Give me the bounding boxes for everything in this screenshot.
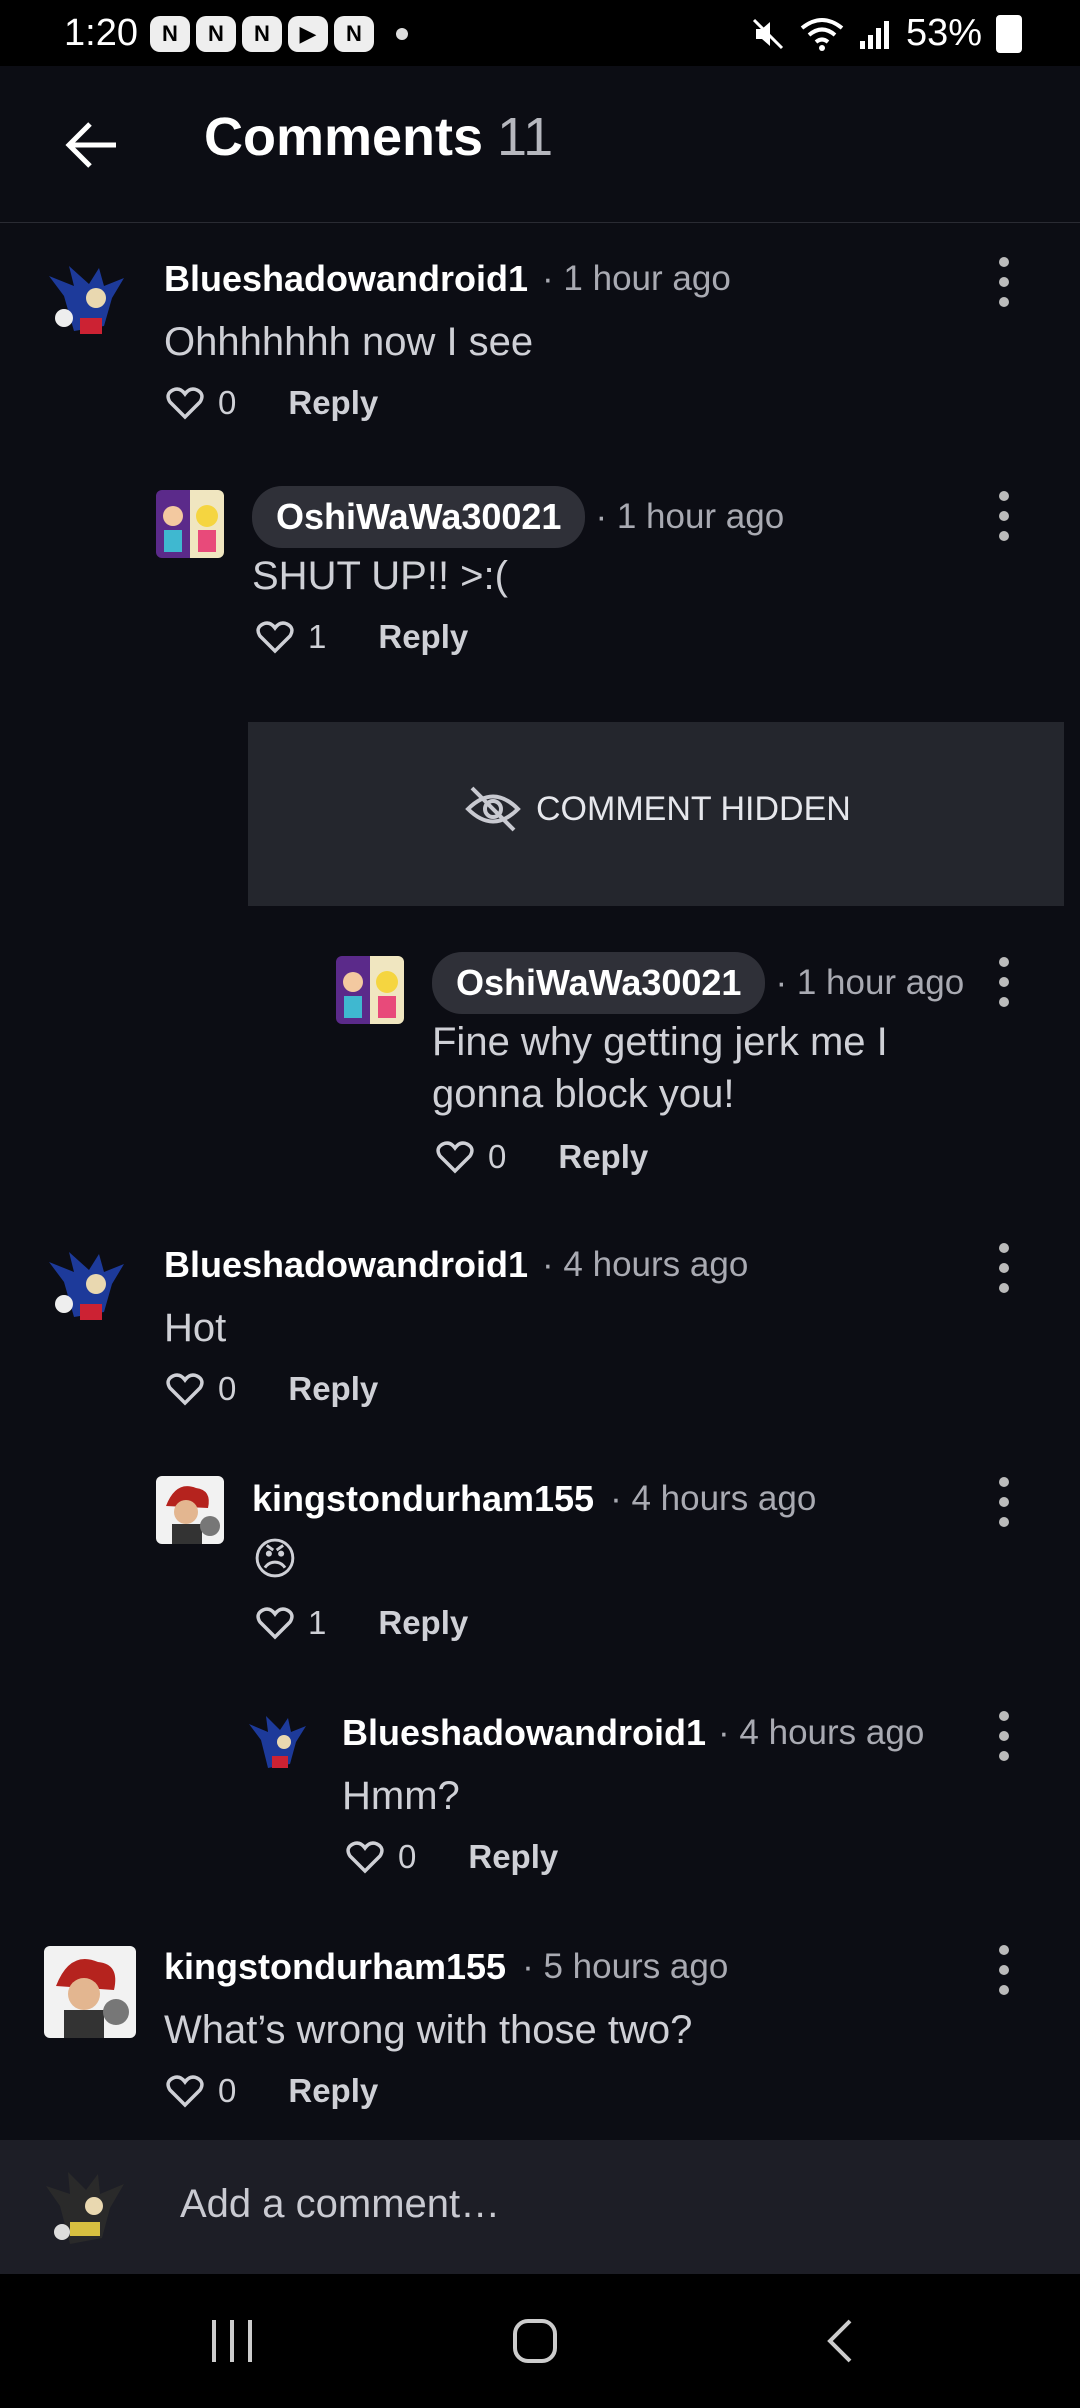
back-nav-icon[interactable] xyxy=(822,2318,856,2364)
like-count: 0 xyxy=(218,384,237,421)
more-options-icon[interactable] xyxy=(984,1238,1024,1298)
page-title: Comments 11 xyxy=(204,106,553,168)
status-time: 1:20 xyxy=(64,12,138,54)
comment-username[interactable]: Blueshadowandroid1 xyxy=(164,1244,528,1286)
reply-button[interactable]: Reply xyxy=(288,1370,378,1408)
comment-username[interactable]: kingstondurham155 xyxy=(164,1946,506,1988)
heart-icon[interactable] xyxy=(166,386,204,420)
heart-icon[interactable] xyxy=(436,1140,474,1174)
more-options-icon[interactable] xyxy=(984,252,1024,312)
comment-text: 😠 xyxy=(252,1535,298,1584)
avatar[interactable] xyxy=(44,1946,136,2038)
wifi-icon xyxy=(800,17,844,51)
recent-apps-icon[interactable] xyxy=(208,2318,256,2364)
avatar[interactable] xyxy=(156,1476,224,1544)
comment-text: SHUT UP!! >:( xyxy=(252,554,508,598)
comment-text: Ohhhhhhh now I see xyxy=(164,320,534,364)
comment-timestamp: · 5 hours ago xyxy=(522,1947,729,1986)
app-notification-icon: N xyxy=(196,16,236,52)
comment-count: 11 xyxy=(497,107,554,167)
add-comment-bar: Add a comment… xyxy=(0,2140,1080,2274)
eye-off-icon xyxy=(465,786,521,832)
reply-button[interactable]: Reply xyxy=(468,1838,558,1876)
notification-icons: N N N ▶ N xyxy=(150,16,408,52)
system-nav-bar xyxy=(0,2274,1080,2408)
more-options-icon[interactable] xyxy=(984,1472,1024,1532)
comment-timestamp: · 1 hour ago xyxy=(542,259,731,298)
comment-username[interactable]: OshiWaWa30021 xyxy=(432,952,766,1014)
battery-percent: 53% xyxy=(905,12,982,54)
comment-username[interactable]: Blueshadowandroid1 xyxy=(164,258,528,300)
like-count: 0 xyxy=(488,1138,507,1175)
app-notification-icon: N xyxy=(150,16,190,52)
reply-button[interactable]: Reply xyxy=(378,1604,468,1642)
heart-icon[interactable] xyxy=(166,1372,204,1406)
comment-timestamp: · 4 hours ago xyxy=(542,1245,749,1284)
home-icon[interactable] xyxy=(512,2318,558,2364)
avatar[interactable] xyxy=(246,1710,314,1778)
hidden-comment-label: COMMENT HIDDEN xyxy=(536,789,851,828)
status-bar: 1:20 N N N ▶ N 53% xyxy=(0,0,1080,66)
status-right: 53% xyxy=(750,12,1022,55)
current-user-avatar xyxy=(40,2162,134,2256)
hidden-comment-card[interactable]: COMMENT HIDDEN xyxy=(248,722,1064,906)
mute-icon xyxy=(752,18,783,49)
reply-button[interactable]: Reply xyxy=(288,2072,378,2110)
heart-icon[interactable] xyxy=(256,620,294,654)
signal-icon xyxy=(859,20,889,49)
avatar[interactable] xyxy=(156,490,224,558)
avatar[interactable] xyxy=(44,1242,136,1334)
avatar[interactable] xyxy=(44,256,136,348)
comment-text: Fine why getting jerk me I gonna block y… xyxy=(432,1020,888,1116)
comment-text: Hot xyxy=(164,1306,227,1350)
comment-timestamp: · 1 hour ago xyxy=(775,963,965,1002)
comment-text: What’s wrong with those two? xyxy=(164,2008,693,2052)
avatar[interactable] xyxy=(336,956,404,1024)
comment-username[interactable]: OshiWaWa30021 xyxy=(252,486,586,548)
more-options-icon[interactable] xyxy=(984,952,1024,1012)
title-text: Comments xyxy=(204,107,484,167)
more-options-icon[interactable] xyxy=(984,1940,1024,2000)
back-arrow-icon[interactable] xyxy=(56,110,126,180)
like-count: 0 xyxy=(398,1838,417,1875)
heart-icon[interactable] xyxy=(256,1606,294,1640)
reply-button[interactable]: Reply xyxy=(288,384,378,422)
more-options-icon[interactable] xyxy=(984,486,1024,546)
reply-button[interactable]: Reply xyxy=(558,1138,648,1176)
reply-button[interactable]: Reply xyxy=(378,618,468,656)
app-notification-icon: N xyxy=(242,16,282,52)
heart-icon[interactable] xyxy=(346,1840,384,1874)
add-comment-input[interactable]: Add a comment… xyxy=(180,2182,500,2227)
like-count: 1 xyxy=(308,618,327,655)
comments-header: Comments 11 xyxy=(0,66,1080,223)
more-options-icon[interactable] xyxy=(984,1706,1024,1766)
more-notifications-dot xyxy=(396,28,408,40)
like-count: 0 xyxy=(218,2072,237,2109)
comment-text: Hmm? xyxy=(342,1774,460,1818)
like-count: 1 xyxy=(308,1604,327,1641)
app-notification-icon: N xyxy=(334,16,374,52)
heart-icon[interactable] xyxy=(166,2074,204,2108)
comment-timestamp: · 4 hours ago xyxy=(718,1713,925,1752)
youtube-notification-icon: ▶ xyxy=(288,16,328,52)
comment-username[interactable]: kingstondurham155 xyxy=(252,1478,594,1520)
comment-timestamp: · 1 hour ago xyxy=(595,497,785,536)
battery-icon xyxy=(996,14,1022,53)
like-count: 0 xyxy=(218,1370,237,1407)
comment-timestamp: · 4 hours ago xyxy=(610,1479,817,1518)
comment-username[interactable]: Blueshadowandroid1 xyxy=(342,1712,706,1754)
